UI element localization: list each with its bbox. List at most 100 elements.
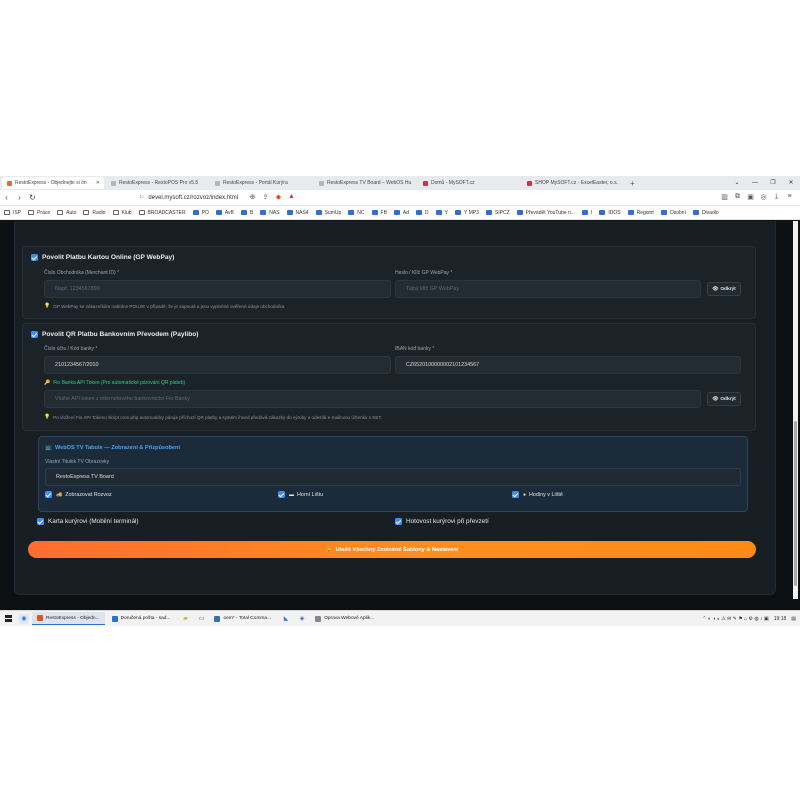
vscode-icon[interactable]: ◣ [281,614,291,624]
start-button[interactable] [0,611,16,627]
bookmark-item[interactable]: Klub [112,210,132,216]
browser-tab-4[interactable]: RestoExpress TV Board – WebOS Hu [314,177,416,189]
bookmark-item[interactable]: NAS4 [286,210,309,216]
account-number-input[interactable]: 2101234567/2010 [44,356,391,374]
browser-tab-3[interactable]: RestoExpress - Portál Kurýra [210,177,312,189]
checkbox-checked-icon[interactable] [31,254,38,261]
taskbar-item-totalcmd[interactable]: oem* - Total Comma... [209,612,276,625]
minimize-icon[interactable]: — [746,176,764,190]
bookmark-item[interactable]: Registrt [627,209,654,216]
site-favicon-icon [260,210,267,215]
zoom-icon[interactable]: ⊕ [246,193,259,201]
checkbox-checked-icon[interactable] [512,491,519,498]
bookmark-item[interactable]: Y MP3 [455,210,479,216]
gp-webpay-toggle[interactable]: Povolit Platbu Kartou Online (GP WebPay) [31,254,174,261]
tab-label: RestoExpress - RestoPOS Pro v5.5 [119,180,199,186]
folder-icon[interactable]: ▰ [180,614,190,624]
tv-board-title: WebOS TV Tabule — Zobrazení & Přizpůsobe… [54,445,181,451]
bookmark-item[interactable]: Ad [393,210,409,216]
sidebar-icon[interactable]: ▥ [718,193,731,201]
bookmark-item[interactable]: BROADCASTER [138,210,186,216]
folder-icon [4,210,10,215]
new-tab-icon[interactable]: + [630,179,635,188]
rewards-icon[interactable]: ▲ [285,193,298,201]
courier-cash-check[interactable]: Hotovost kurýrovi při převzetí [395,518,489,525]
fio-token-label: 🔑 Fio Banka API Token (Pro automatické pá… [44,380,185,386]
merchant-id-input[interactable]: Např. 1234567890 [44,280,391,298]
taskbar-item-webapp[interactable]: Oprava Webové Aplik... [310,612,379,625]
bookmark-item[interactable]: IDOS [599,210,621,216]
favicon-icon [423,180,428,186]
share-icon[interactable]: ⇪ [259,193,272,201]
bookmark-label: AvB [224,209,234,216]
bookmark-item[interactable]: I [581,210,592,216]
forward-icon[interactable]: › [13,193,26,202]
fio-token-input[interactable]: Vložte API token z internetového bankovn… [44,390,701,408]
iban-input[interactable]: CZ6520100000002101234567 [395,356,741,374]
reveal-key-button[interactable]: 👁 Odkrýt [707,282,741,296]
notifications-icon[interactable]: ▤ [791,616,796,622]
courier-card-label: Karta kurýrovi (Mobilní terminál) [48,518,139,525]
browser-tab-2[interactable]: RestoExpress - RestoPOS Pro v5.5 [106,177,208,189]
bookmark-item[interactable]: ISP [4,210,21,216]
bookmark-item[interactable]: Auto [57,210,76,216]
scrollbar-thumb[interactable] [794,421,797,586]
extensions-icon[interactable]: ⧉ [731,193,744,201]
bookmark-item[interactable]: SIPCZ [485,210,510,216]
browser-tab-5[interactable]: Domů - MySOFT.cz [418,177,520,189]
taskbar-item-mail[interactable]: Doručená pošta - sad... [107,612,176,625]
checkbox-checked-icon[interactable] [45,491,52,498]
qr-payment-toggle[interactable]: Povolit QR Platbu Bankovním Převodem (Pa… [31,331,198,338]
bookmark-item[interactable]: Osobní [660,210,686,216]
qr-payment-title: Povolit QR Platbu Bankovním Převodem (Pa… [42,331,199,338]
reveal-key-label: Odkrýt [720,286,736,292]
maximize-icon[interactable]: ❐ [764,176,782,190]
bookmark-item[interactable]: SumUp [315,210,341,216]
bookmark-label: Registrt [636,209,654,216]
bookmark-item[interactable]: Divadlo [692,210,719,216]
webpay-key-input[interactable]: Tajný klíč GP WebPay [395,280,701,298]
site-favicon-icon [516,210,523,215]
menu-icon[interactable]: ≡ [783,193,796,201]
checkbox-checked-icon[interactable] [395,518,402,525]
bookmark-item[interactable]: FB [371,210,387,216]
show-delivery-check[interactable]: 🚚 Zobrazovat Rozvoz [45,491,112,498]
tab-close-icon[interactable]: ✕ [96,180,100,186]
bookmark-item[interactable]: NC [348,210,365,216]
reveal-token-button[interactable]: 👁 Odkrýt [707,392,741,406]
bookmark-item[interactable]: PO [192,210,209,216]
brave-shield-icon[interactable]: ◆ [272,193,285,201]
tab-list-icon[interactable]: ⌄ [728,176,746,190]
bookmark-item[interactable]: NAS [260,209,280,216]
bookmark-item[interactable]: Radio [83,210,106,216]
app-icon[interactable]: ◈ [297,614,307,624]
bookmark-item[interactable]: D [416,210,429,216]
checkbox-checked-icon[interactable] [37,518,44,525]
courier-card-check[interactable]: Karta kurýrovi (Mobilní terminál) [37,518,139,525]
bookmark-item[interactable]: Y [435,210,448,216]
tray-icons[interactable]: ⌃ ◐ ◑ ◒ ⚠ ✉ ✎ ⚑ ⌂ ⚙ ◍ ♪ ▣ [702,616,768,622]
tv-title-input[interactable]: RestoExpress TV Board [45,468,741,486]
bookmark-item[interactable]: Převádět YouTube n... [516,210,575,216]
vpn-icon[interactable]: ◎ [757,193,770,201]
top-bar-check[interactable]: ▬ Horní Lištu [278,491,323,498]
site-info-icon[interactable]: ⚐ [139,194,144,201]
bookmark-item[interactable]: Práce [28,210,50,216]
download-icon[interactable]: ⤓ [770,193,783,201]
checkbox-checked-icon[interactable] [278,491,285,498]
chrome-icon[interactable]: ◉ [19,613,29,624]
taskbar-item-restoexpress[interactable]: RestoExpress - Objedn... [32,612,105,625]
browser-tab-6[interactable]: SHOP MySOFT.cz - ExcelEaster, o.s. [522,177,624,189]
back-icon[interactable]: ‹ [0,193,13,202]
bookmark-label: NAS [269,209,280,216]
clock-check[interactable]: ● Hodiny v Liště [512,491,563,498]
bookmark-item[interactable]: AvB [215,209,234,216]
terminal-icon[interactable]: ▭ [196,614,206,624]
close-window-icon[interactable]: ✕ [782,176,800,190]
wallet-icon[interactable]: ▣ [744,193,757,201]
checkbox-checked-icon[interactable] [31,331,38,338]
bookmark-item[interactable]: B [240,210,253,216]
reload-icon[interactable]: ↻ [26,193,39,202]
save-all-button[interactable]: 🔒 Uložit Všechny Změněné Šablony & Nastav… [28,541,756,558]
browser-tab-1[interactable]: RestoExpress - Objednejte si ön ✕ [2,177,104,189]
